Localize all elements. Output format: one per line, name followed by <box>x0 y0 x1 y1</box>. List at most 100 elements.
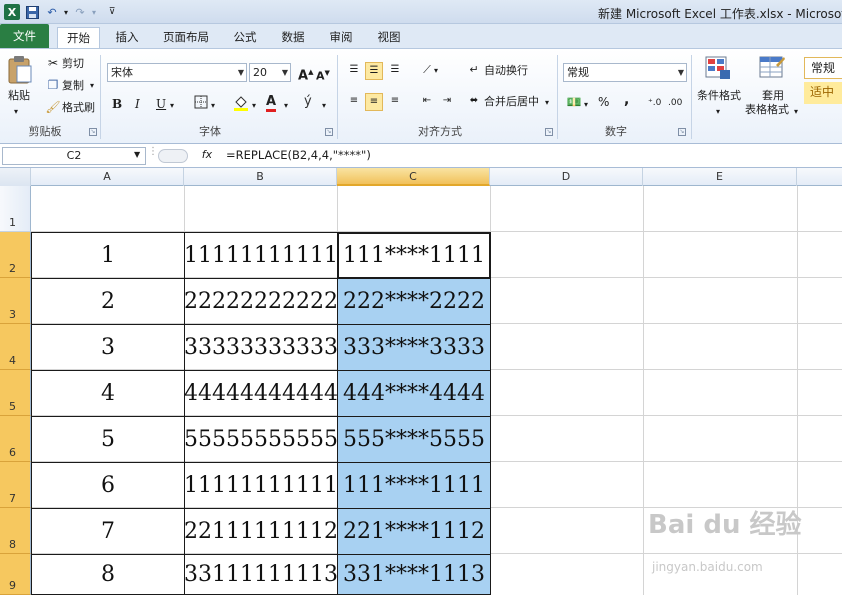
column-header-e[interactable]: E <box>643 168 797 186</box>
clipboard-launcher-icon[interactable]: ↘ <box>89 128 97 136</box>
row-header-6[interactable]: 6 <box>0 416 31 462</box>
cell-c3[interactable]: 222****2222 <box>337 278 491 325</box>
fill-color-dropdown-icon[interactable]: ▾ <box>252 99 256 113</box>
column-header-c[interactable]: C <box>337 168 490 186</box>
grow-font-button[interactable]: A▲ <box>298 65 313 83</box>
tab-file[interactable]: 文件 <box>0 24 49 48</box>
decrease-decimal-icon[interactable]: .00 <box>668 96 682 110</box>
format-painter-button[interactable]: 格式刷 <box>62 101 95 115</box>
number-launcher-icon[interactable]: ↘ <box>678 128 686 136</box>
borders-icon[interactable] <box>192 95 210 113</box>
column-header-b[interactable]: B <box>184 168 337 186</box>
alignment-launcher-icon[interactable]: ↘ <box>545 128 553 136</box>
accounting-dropdown-icon[interactable]: ▾ <box>584 98 588 112</box>
align-center-icon[interactable]: ≡ <box>365 93 383 111</box>
underline-dropdown-icon[interactable]: ▾ <box>170 99 174 113</box>
save-icon[interactable] <box>24 4 40 20</box>
tab-review[interactable]: 审阅 <box>322 27 360 48</box>
phonetic-guide-button[interactable]: ý <box>304 95 312 109</box>
conditional-formatting-icon[interactable] <box>704 55 734 83</box>
merge-center-button[interactable]: 合并后居中 <box>484 95 539 109</box>
align-middle-icon[interactable]: ☰ <box>365 62 383 80</box>
formula-input[interactable]: =REPLACE(B2,4,4,"****") <box>222 147 842 165</box>
cell-a4[interactable]: 3 <box>31 324 185 371</box>
tab-view[interactable]: 视图 <box>370 27 408 48</box>
copy-button[interactable]: 复制 <box>62 79 84 93</box>
font-name-combo[interactable]: 宋体 ▼ <box>107 63 247 82</box>
column-header-a[interactable]: A <box>31 168 184 186</box>
orientation-dropdown-icon[interactable]: ▾ <box>434 64 438 78</box>
format-painter-icon[interactable]: 🖌 <box>44 99 62 117</box>
font-color-dropdown-icon[interactable]: ▾ <box>284 99 288 113</box>
align-bottom-icon[interactable]: ☰ <box>386 62 404 80</box>
cell-a2[interactable]: 1 <box>31 232 185 279</box>
cell-b5[interactable]: 44444444444 <box>184 370 338 417</box>
row-header-8[interactable]: 8 <box>0 508 31 554</box>
align-left-icon[interactable]: ≡ <box>345 93 363 111</box>
wrap-text-icon[interactable]: ↵ <box>465 62 483 80</box>
paste-icon[interactable] <box>6 55 36 85</box>
font-color-button[interactable]: A <box>266 95 277 112</box>
cell-style-normal[interactable]: 常规 <box>804 57 842 79</box>
wrap-text-button[interactable]: 自动换行 <box>484 64 528 78</box>
font-launcher-icon[interactable]: ↘ <box>325 128 333 136</box>
customize-qat-icon[interactable]: ⊽ <box>104 4 120 20</box>
increase-indent-icon[interactable]: ⇥ <box>438 93 456 111</box>
row-header-5[interactable]: 5 <box>0 370 31 416</box>
row-header-1[interactable]: 1 <box>0 186 31 232</box>
tab-home[interactable]: 开始 <box>57 27 100 48</box>
cell-a3[interactable]: 2 <box>31 278 185 325</box>
italic-button[interactable]: I <box>135 97 140 111</box>
cell-b8[interactable]: 22111111112 <box>184 508 338 555</box>
row-header-2[interactable]: 2 <box>0 232 31 278</box>
number-format-combo[interactable]: 常规 ▼ <box>563 63 687 82</box>
select-all-button[interactable] <box>0 168 31 186</box>
percent-style-button[interactable]: % <box>598 95 609 109</box>
column-header-d[interactable]: D <box>490 168 643 186</box>
cell-b6[interactable]: 55555555555 <box>184 416 338 463</box>
excel-logo-icon[interactable]: X <box>4 4 20 20</box>
format-as-table-icon[interactable] <box>758 55 788 83</box>
cut-button[interactable]: 剪切 <box>62 57 84 71</box>
cell-c5[interactable]: 444****4444 <box>337 370 491 417</box>
bold-button[interactable]: B <box>112 97 122 111</box>
insert-function-button[interactable]: fx <box>196 147 218 165</box>
align-right-icon[interactable]: ≡ <box>386 93 404 111</box>
format-as-table-line1[interactable]: 套用 <box>762 89 784 103</box>
row-header-4[interactable]: 4 <box>0 324 31 370</box>
cell-c9[interactable]: 331****1113 <box>337 554 491 595</box>
tab-page-layout[interactable]: 页面布局 <box>156 27 216 48</box>
tab-formulas[interactable]: 公式 <box>226 27 264 48</box>
row-header-7[interactable]: 7 <box>0 462 31 508</box>
cell-b4[interactable]: 33333333333 <box>184 324 338 371</box>
cell-b2[interactable]: 11111111111 <box>184 232 338 279</box>
scissors-icon[interactable]: ✂ <box>44 55 62 73</box>
font-size-combo[interactable]: 20 ▼ <box>249 63 291 82</box>
copy-dropdown-icon[interactable]: ▾ <box>90 79 94 93</box>
format-table-dropdown-icon[interactable]: ▾ <box>794 105 798 119</box>
cell-a5[interactable]: 4 <box>31 370 185 417</box>
paste-dropdown-icon[interactable]: ▾ <box>14 105 18 119</box>
row-header-9[interactable]: 9 <box>0 554 31 595</box>
row-header-3[interactable]: 3 <box>0 278 31 324</box>
cell-c2[interactable]: 111****1111 <box>337 232 491 279</box>
redo-dropdown-icon[interactable]: ▾ <box>86 4 102 20</box>
cell-b7[interactable]: 11111111111 <box>184 462 338 509</box>
borders-dropdown-icon[interactable]: ▾ <box>211 99 215 113</box>
tab-data[interactable]: 数据 <box>274 27 312 48</box>
cell-a6[interactable]: 5 <box>31 416 185 463</box>
tab-insert[interactable]: 插入 <box>108 27 146 48</box>
merge-center-icon[interactable]: ⬌ <box>465 93 483 111</box>
cell-a9[interactable]: 8 <box>31 554 185 595</box>
conditional-formatting-button[interactable]: 条件格式 <box>697 89 741 103</box>
copy-icon[interactable]: ❐ <box>44 77 62 95</box>
cell-b3[interactable]: 22222222222 <box>184 278 338 325</box>
cell-b9[interactable]: 33111111113 <box>184 554 338 595</box>
format-as-table-button[interactable]: 表格格式 <box>745 103 789 117</box>
increase-decimal-icon[interactable]: ⁺.0 <box>648 96 661 110</box>
name-box[interactable]: C2 <box>2 147 146 165</box>
conditional-dropdown-icon[interactable]: ▾ <box>716 105 720 119</box>
fill-color-icon[interactable] <box>232 94 250 112</box>
cell-a8[interactable]: 7 <box>31 508 185 555</box>
merge-dropdown-icon[interactable]: ▾ <box>545 96 549 110</box>
